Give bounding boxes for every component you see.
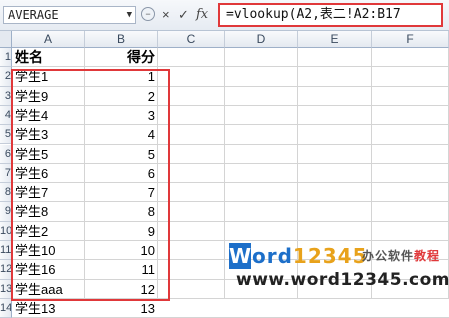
formula-input[interactable]: =vlookup(A2,表二!A2:B17 [218, 3, 443, 27]
row-header-14[interactable]: 14 [0, 298, 12, 318]
chevron-down-icon[interactable]: ▼ [127, 7, 132, 23]
name-box-value: AVERAGE [8, 8, 59, 22]
expand-icon[interactable]: − [141, 7, 155, 21]
column-header-e[interactable]: E [298, 31, 372, 48]
logo-subtitle-a: 办公软件 [362, 249, 415, 263]
logo-subtitle-b: 教程 [414, 249, 441, 263]
row-header-1[interactable]: 1 [0, 48, 12, 68]
logo-subtitle: 办公软件教程 [362, 248, 440, 264]
column-header-b[interactable]: B [85, 31, 158, 48]
column-header-c[interactable]: C [158, 31, 225, 48]
column-header-f[interactable]: F [372, 31, 449, 48]
watermark-url: www.word12345.com [236, 270, 449, 290]
insert-function-icon[interactable]: fx [196, 6, 208, 24]
column-header-d[interactable]: D [225, 31, 298, 48]
cancel-icon[interactable]: × [162, 6, 170, 24]
formula-bar: AVERAGE ▼ − × ✓ fx =vlookup(A2,表二!A2:B17 [0, 0, 449, 31]
name-box[interactable]: AVERAGE ▼ [3, 6, 136, 24]
logo-text: ord12345 [252, 243, 368, 269]
select-all-corner[interactable] [0, 31, 12, 48]
enter-icon[interactable]: ✓ [178, 6, 189, 24]
header-cell-score[interactable]: 得分 [85, 48, 157, 67]
cell-score[interactable]: 13 [85, 299, 157, 318]
column-header-a[interactable]: A [12, 31, 85, 48]
logo-text-a: ord [252, 244, 293, 268]
logo-letter: W [229, 243, 252, 269]
cell-name[interactable]: 学生13 [13, 299, 84, 318]
selection-highlight-box [11, 69, 170, 301]
logo-text-b: 12345 [292, 244, 368, 268]
header-cell-name[interactable]: 姓名 [13, 48, 84, 67]
